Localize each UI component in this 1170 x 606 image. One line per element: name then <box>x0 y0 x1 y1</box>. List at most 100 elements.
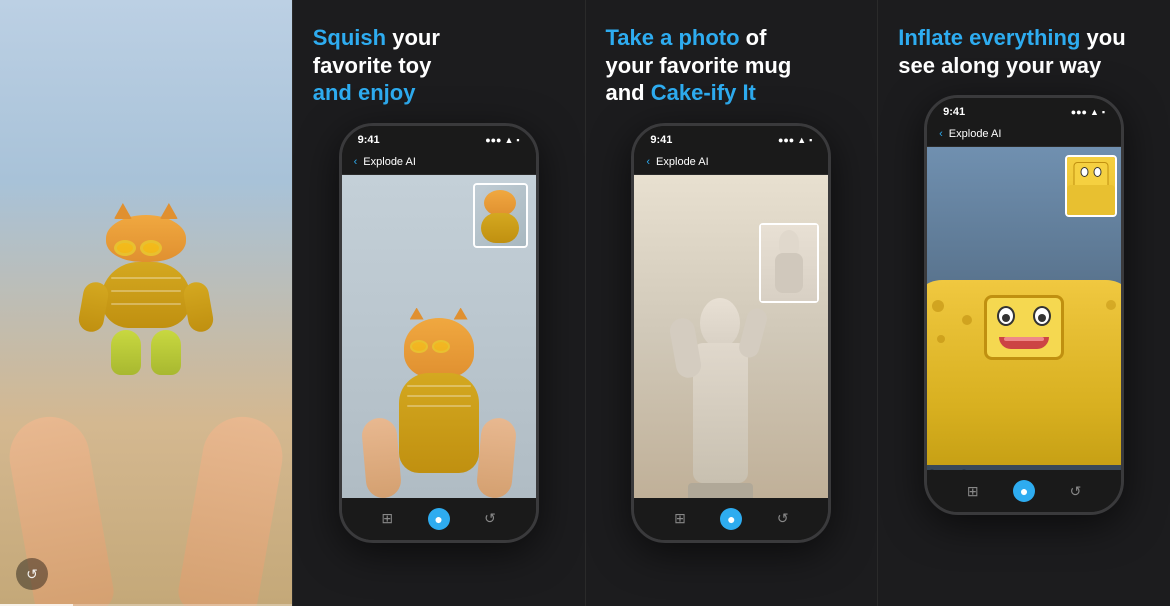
thumb-body <box>1067 185 1115 215</box>
mini-body <box>775 253 803 293</box>
statue-scene <box>634 175 828 498</box>
phone-2-bottom-bar: ⊞ ● ↺ <box>342 498 536 540</box>
phone-4: 9:41 ●●● ▲ ▪ ‹ Explode AI <box>924 95 1124 515</box>
panel-1: ↺ <box>0 0 292 606</box>
phone-2-status-icons: ●●● ▲ ▪ <box>485 135 519 145</box>
phone-3-nav: ‹ Explode AI <box>634 150 828 175</box>
panel-2-highlight: Squish <box>313 25 386 50</box>
back-chevron: ‹ <box>354 156 358 168</box>
squish-scene <box>342 175 536 498</box>
battery-icon: ▪ <box>516 135 519 145</box>
panel-2-header: Squish yourfavorite toyand enjoy <box>293 24 585 123</box>
camera-button[interactable]: ● <box>428 508 450 530</box>
signal-icon-3: ●●● <box>778 135 794 145</box>
sponge-face-area <box>984 295 1064 360</box>
battery-icon-3: ▪ <box>809 135 812 145</box>
mini-head <box>779 230 799 255</box>
teeth <box>1004 337 1044 341</box>
hero-image: ↺ <box>0 0 292 606</box>
camera-button-4[interactable]: ● <box>1013 480 1035 502</box>
gallery-icon-3[interactable]: ⊞ <box>669 508 691 530</box>
squish-hand-r <box>475 416 517 497</box>
pupil-right <box>1038 314 1046 322</box>
panel-2-title: Squish yourfavorite toyand enjoy <box>313 24 565 107</box>
phone-2-statusbar: 9:41 ●●● ▲ ▪ <box>342 126 536 150</box>
sponge-balloon <box>927 280 1121 470</box>
arm-right <box>182 280 215 334</box>
dot-4 <box>1106 300 1116 310</box>
panel-2: Squish yourfavorite toyand enjoy 9:41 ●●… <box>292 0 585 606</box>
thumb-eyes-row <box>1075 163 1108 181</box>
cat-glasses <box>114 240 162 256</box>
statue-overlay <box>759 223 819 303</box>
squish-cat-head <box>404 318 474 378</box>
phone-2: 9:41 ●●● ▲ ▪ ‹ Explode AI <box>339 123 539 543</box>
phone-2-nav: ‹ Explode AI <box>342 150 536 175</box>
glass-right <box>140 240 162 256</box>
panel-4-highlight: Inflate everything <box>898 25 1080 50</box>
sponge-thumb-bg <box>1067 157 1115 215</box>
phone-3-back[interactable]: ‹ <box>646 156 650 168</box>
phone-3-app-title: Explode AI <box>656 156 709 168</box>
wifi-icon: ▲ <box>505 135 514 145</box>
phone-3-statusbar: 9:41 ●●● ▲ ▪ <box>634 126 828 150</box>
statue-head <box>700 298 740 348</box>
squish-thumb <box>473 183 528 248</box>
replay-button[interactable]: ↺ <box>16 558 48 590</box>
phone-4-app-title: Explode AI <box>949 128 1002 140</box>
panel-2-phone-container: 9:41 ●●● ▲ ▪ ‹ Explode AI <box>293 123 585 606</box>
hands-scene <box>0 0 292 606</box>
phone-2-time: 9:41 <box>358 134 380 146</box>
statue-body <box>693 343 748 483</box>
sponge-thumb <box>1065 155 1117 217</box>
thumb-eye-l <box>1081 167 1089 177</box>
rotate-icon[interactable]: ↺ <box>479 508 501 530</box>
eye-right <box>1033 306 1051 326</box>
battery-icon-4: ▪ <box>1102 107 1105 117</box>
cat-toy <box>81 215 211 375</box>
signal-icon-4: ●●● <box>1071 107 1087 117</box>
gallery-icon[interactable]: ⊞ <box>376 508 398 530</box>
cat-body <box>101 262 191 328</box>
squish-thumb-inner <box>475 185 526 246</box>
rotate-icon-3[interactable]: ↺ <box>772 508 794 530</box>
back-chevron-4: ‹ <box>939 128 943 140</box>
phone-3: 9:41 ●●● ▲ ▪ ‹ Explode AI <box>631 123 831 543</box>
phone-4-bottom-bar: ⊞ ● ↺ <box>927 470 1121 512</box>
wifi-icon-3: ▲ <box>797 135 806 145</box>
mouth <box>999 337 1049 349</box>
cat-head <box>106 215 186 262</box>
phone-3-content <box>634 175 828 498</box>
phone-3-bottom-bar: ⊞ ● ↺ <box>634 498 828 540</box>
rotate-icon-4[interactable]: ↺ <box>1064 480 1086 502</box>
panel-2-highlight2: and enjoy <box>313 80 416 105</box>
statue-main <box>693 298 748 498</box>
back-chevron-3: ‹ <box>646 156 650 168</box>
panel-3-title: Take a photo ofyour favorite mugand Cake… <box>606 24 858 107</box>
camera-button-3[interactable]: ● <box>720 508 742 530</box>
replay-icon: ↺ <box>26 566 38 583</box>
panel-3-phone-container: 9:41 ●●● ▲ ▪ ‹ Explode AI <box>586 123 878 606</box>
phone-2-content <box>342 175 536 498</box>
panel-4-header: Inflate everything you see along your wa… <box>878 24 1170 95</box>
phone-4-back[interactable]: ‹ <box>939 128 943 140</box>
phone-4-status-icons: ●●● ▲ ▪ <box>1071 107 1105 117</box>
squish-hand-l <box>360 416 402 497</box>
panel-3-highlight2: Cake-ify It <box>651 80 756 105</box>
phone-2-back[interactable]: ‹ <box>354 156 358 168</box>
legs <box>111 330 181 375</box>
gallery-icon-4[interactable]: ⊞ <box>962 480 984 502</box>
thumb-eye-r <box>1093 167 1101 177</box>
phone-3-status-icons: ●●● ▲ ▪ <box>778 135 812 145</box>
arm-left <box>77 280 110 334</box>
sponge-scene <box>927 147 1121 470</box>
pupil-left <box>1002 314 1010 322</box>
crowd <box>927 465 1121 470</box>
panel-3-header: Take a photo ofyour favorite mugand Cake… <box>586 24 878 123</box>
eye-left <box>997 306 1015 326</box>
squish-cat-body <box>399 373 479 473</box>
panel-4-phone-container: 9:41 ●●● ▲ ▪ ‹ Explode AI <box>878 95 1170 606</box>
squish-glasses <box>410 340 450 353</box>
phone-4-content <box>927 147 1121 470</box>
squish-cat-figure <box>384 318 494 498</box>
